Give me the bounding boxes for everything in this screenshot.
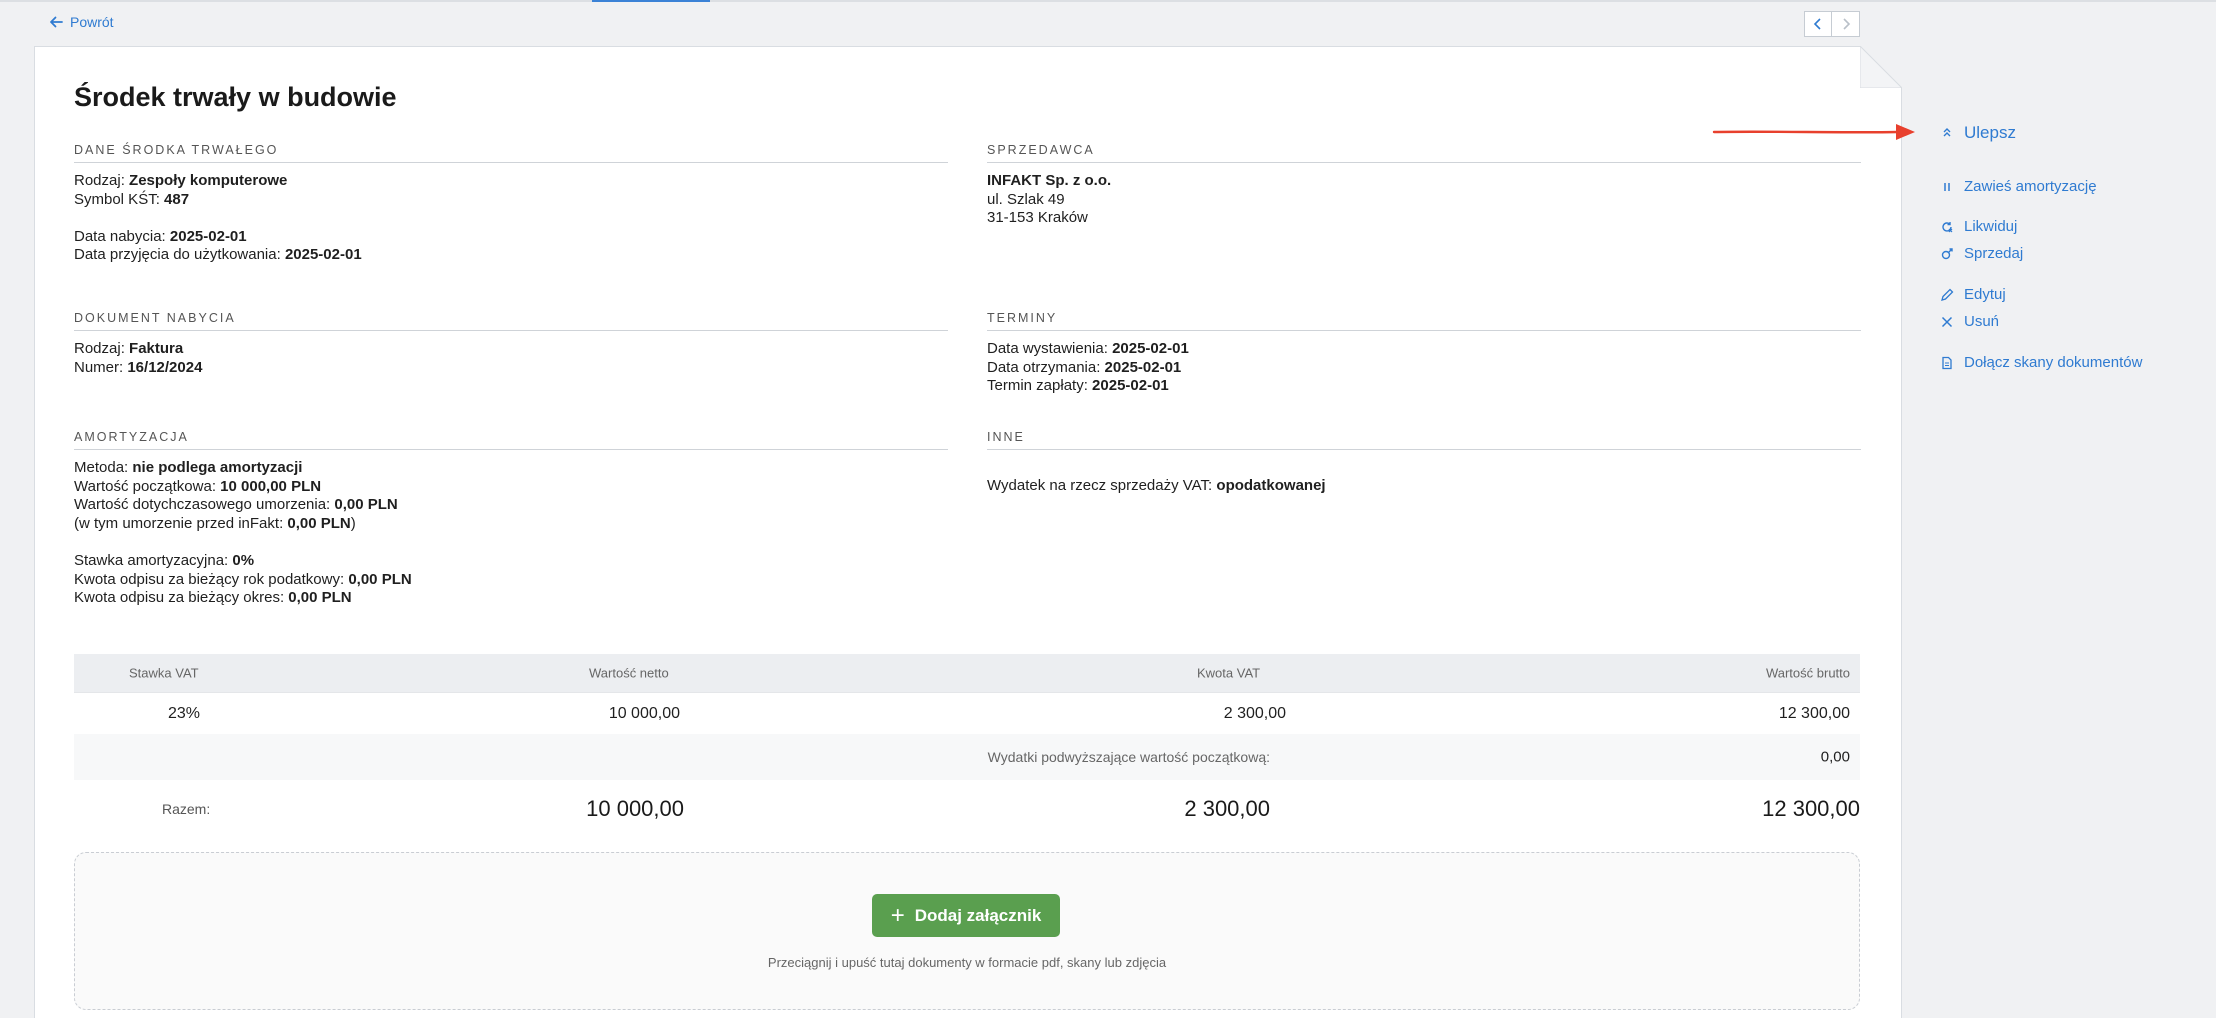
chevron-left-icon	[1813, 18, 1821, 30]
section-heading: DOKUMENT NABYCIA	[74, 311, 948, 331]
accumulated-depreciation-row: Wartość dotychczasowego umorzenia: 0,00 …	[74, 496, 398, 514]
attach-scans-action[interactable]: Dołącz skany dokumentów	[1940, 354, 2142, 371]
initial-value-row: Wartość początkowa: 10 000,00 PLN	[74, 477, 322, 495]
dropzone-hint: Przeciągnij i upuść tutaj dokumenty w fo…	[767, 955, 1167, 970]
add-attachment-button[interactable]: + Dodaj załącznik	[872, 894, 1060, 937]
extra-expenses-label: Wydatki podwyższające wartość początkową…	[987, 749, 1270, 765]
asset-type-row: Rodzaj: Zespoły komputerowe	[74, 172, 288, 189]
vat-summary-table: Stawka VAT Wartość netto Kwota VAT Warto…	[74, 654, 1860, 838]
page-corner-fold	[1860, 46, 1902, 88]
column-header-net: Wartość netto	[589, 665, 669, 681]
section-heading: AMORTYZACJA	[74, 430, 948, 450]
section-heading: SPRZEDAWCA	[987, 143, 1861, 163]
section-heading: TERMINY	[987, 311, 1861, 331]
chevron-right-icon	[1842, 18, 1850, 30]
commissioning-date-row: Data przyjęcia do użytkowania: 2025-02-0…	[74, 246, 362, 264]
section-heading: DANE ŚRODKA TRWAŁEGO	[74, 143, 948, 163]
arrow-left-icon	[50, 16, 63, 28]
pre-infakt-depreciation-row: (w tym umorzenie przed inFakt: 0,00 PLN)	[74, 514, 356, 532]
sell-icon	[1941, 247, 1953, 259]
vat-rate-cell: 23%	[168, 704, 201, 722]
section-heading: INNE	[987, 430, 1861, 450]
pencil-icon	[1941, 288, 1954, 301]
column-header-gross: Wartość brutto	[1765, 665, 1850, 681]
top-divider	[0, 0, 2216, 2]
close-icon	[1941, 316, 1953, 327]
next-button[interactable]	[1832, 11, 1860, 37]
total-gross: 12 300,00	[1762, 796, 1860, 821]
plus-icon: +	[890, 901, 905, 929]
acquisition-date-row: Data nabycia: 2025-02-01	[74, 227, 247, 245]
depreciation-method-row: Metoda: nie podlega amortyzacji	[74, 459, 303, 476]
double-chevron-up-icon	[1943, 128, 1951, 137]
sell-action[interactable]: Sprzedaj	[1940, 245, 2023, 262]
depreciation-section: AMORTYZACJA Metoda: nie podlega amortyza…	[74, 430, 948, 608]
vat-amount-cell: 2 300,00	[1223, 704, 1286, 722]
total-vat: 2 300,00	[1184, 796, 1270, 821]
previous-button[interactable]	[1804, 11, 1832, 37]
annotation-arrow-icon	[1712, 124, 1915, 140]
vat-expense-row: Wydatek na rzecz sprzedaży VAT: opodatko…	[987, 477, 1326, 494]
gross-value-cell: 12 300,00	[1778, 704, 1850, 722]
back-link-label: Powrót	[70, 14, 114, 30]
column-header-vat-rate: Stawka VAT	[129, 665, 199, 681]
active-tab-indicator	[592, 0, 710, 2]
payment-due-row: Termin zapłaty: 2025-02-01	[987, 377, 1169, 395]
terms-section: TERMINY Data wystawienia: 2025-02-01 Dat…	[987, 311, 1861, 396]
tax-year-writeoff-row: Kwota odpisu za bieżący rok podatkowy: 0…	[74, 570, 412, 588]
seller-name: INFAKT Sp. z o.o.	[987, 172, 1112, 189]
totals-row: Razem: 10 000,00 2 300,00 12 300,00	[74, 780, 1860, 838]
total-net: 10 000,00	[586, 796, 684, 821]
add-attachment-label: Dodaj załącznik	[914, 905, 1042, 925]
period-writeoff-row: Kwota odpisu za bieżący okres: 0,00 PLN	[74, 589, 352, 607]
asset-data-section: DANE ŚRODKA TRWAŁEGO Rodzaj: Zespoły kom…	[74, 143, 948, 265]
seller-city: 31-153 Kraków	[987, 209, 1088, 227]
net-value-cell: 10 000,00	[608, 704, 680, 722]
other-section: INNE Wydatek na rzecz sprzedaży VAT: opo…	[987, 430, 1861, 496]
purchase-document-section: DOKUMENT NABYCIA Rodzaj: Faktura Numer: …	[74, 311, 948, 377]
table-row: Wydatki podwyższające wartość początkową…	[74, 734, 1860, 780]
pause-icon	[1944, 182, 1950, 191]
seller-street: ul. Szlak 49	[987, 190, 1065, 208]
document-type-row: Rodzaj: Faktura	[74, 340, 184, 357]
receipt-date-row: Data otrzymania: 2025-02-01	[987, 358, 1182, 376]
table-header: Stawka VAT Wartość netto Kwota VAT Warto…	[74, 654, 1860, 692]
document-icon	[1942, 356, 1952, 369]
suspend-depreciation-action[interactable]: Zawieś amortyzację	[1940, 178, 2097, 195]
back-link[interactable]: Powrót	[48, 14, 114, 30]
depreciation-rate-row: Stawka amortyzacyjna: 0%	[74, 551, 255, 569]
delete-action[interactable]: Usuń	[1940, 313, 1999, 330]
upgrade-action[interactable]: Ulepsz	[1940, 123, 2016, 143]
edit-action[interactable]: Edytuj	[1940, 286, 2006, 303]
liquidate-icon	[1942, 221, 1953, 232]
issue-date-row: Data wystawienia: 2025-02-01	[987, 340, 1189, 357]
record-pager	[1804, 11, 1860, 37]
total-label: Razem:	[162, 801, 211, 817]
column-header-vat: Kwota VAT	[1197, 665, 1261, 681]
liquidate-action[interactable]: Likwiduj	[1940, 218, 2017, 235]
table-row: 23% 10 000,00 2 300,00 12 300,00	[74, 692, 1860, 734]
extra-expenses-value: 0,00	[1820, 748, 1850, 766]
page-title: Środek trwały w budowie	[74, 82, 397, 112]
seller-section: SPRZEDAWCA INFAKT Sp. z o.o. ul. Szlak 4…	[987, 143, 1861, 228]
attachment-dropzone[interactable]: + Dodaj załącznik Przeciągnij i upuść tu…	[74, 852, 1860, 1010]
kst-symbol-row: Symbol KŚT: 487	[74, 190, 190, 208]
document-number-row: Numer: 16/12/2024	[74, 358, 203, 376]
